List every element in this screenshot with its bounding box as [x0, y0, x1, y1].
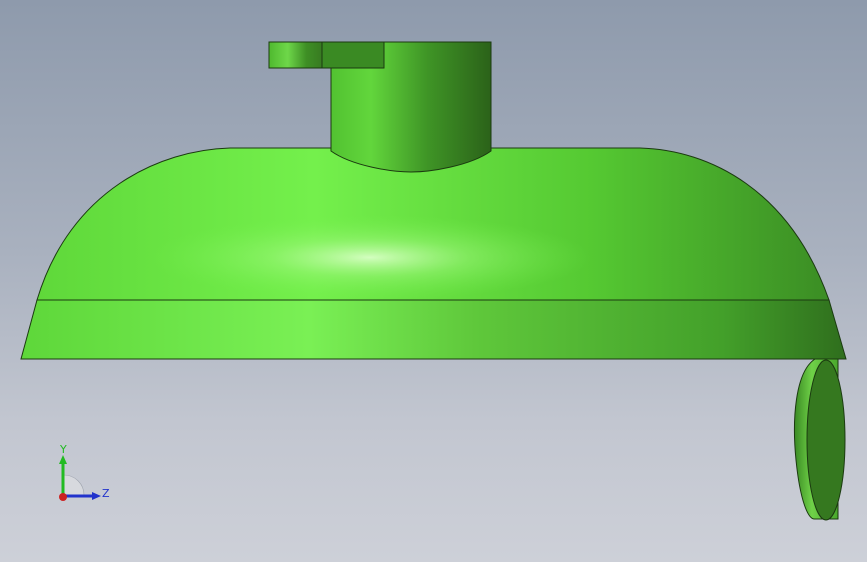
z-axis-arrow	[92, 492, 101, 500]
y-axis-label: Y	[59, 443, 67, 456]
rim-band[interactable]	[20, 299, 847, 360]
disc-flap[interactable]	[793, 358, 846, 521]
x-axis-dot	[59, 493, 67, 501]
triad-quadrant	[63, 474, 85, 496]
3d-model[interactable]	[0, 0, 867, 562]
orientation-triad: Y Z	[59, 443, 110, 501]
y-axis-arrow	[59, 455, 67, 464]
side-tab[interactable]	[268, 41, 385, 69]
cad-viewport[interactable]: Y Z	[0, 0, 867, 562]
z-axis-label: Z	[102, 487, 110, 500]
